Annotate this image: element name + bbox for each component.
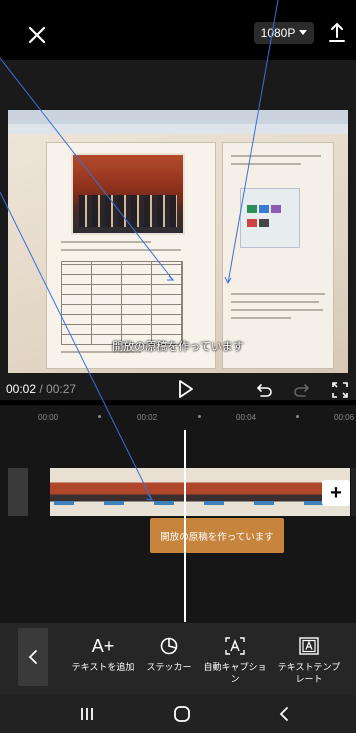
caret-down-icon	[299, 30, 308, 35]
playhead[interactable]	[184, 430, 186, 622]
close-icon	[28, 26, 46, 44]
redo-icon	[294, 384, 310, 397]
upload-icon	[329, 22, 345, 42]
ruler-dot	[296, 415, 299, 418]
home-icon	[174, 706, 190, 722]
clip-thumbnail	[100, 468, 151, 516]
total-time: / 00:27	[39, 382, 77, 396]
add-clip-button[interactable]: +	[322, 480, 350, 506]
play-icon	[179, 380, 193, 398]
tile	[259, 205, 269, 213]
ruler-tick-label: 00:00	[38, 413, 59, 422]
clip-thumbnail	[150, 468, 201, 516]
sticker-tool[interactable]: ステッカー	[136, 635, 202, 673]
thumb-detail	[204, 501, 224, 505]
ruler-tick-label: 00:06	[334, 413, 355, 422]
app-window-image	[240, 188, 300, 248]
text-template-icon	[276, 635, 342, 657]
recent-apps-icon	[81, 708, 93, 720]
document-line	[61, 249, 181, 251]
auto-caption-tool[interactable]: 自動キャプション	[202, 635, 268, 685]
document-line	[231, 301, 319, 303]
resolution-label: 1080P	[260, 26, 296, 40]
ruler-dot	[198, 415, 201, 418]
timecode: 00:02 / 00:27	[6, 382, 76, 396]
video-clip-track[interactable]	[50, 468, 356, 516]
caption-overlay-text[interactable]: 開放の原稿を作っています	[0, 338, 356, 354]
video-frame	[8, 110, 348, 373]
tile	[247, 219, 257, 227]
ruler-dot	[98, 415, 101, 418]
document-line	[231, 309, 323, 311]
auto-caption-icon	[202, 635, 268, 657]
ruler-tick-label: 00:02	[137, 413, 158, 422]
group-photo-image	[71, 153, 185, 235]
thumb-detail	[154, 501, 174, 505]
close-button[interactable]	[22, 20, 52, 50]
back-arrow-icon	[279, 707, 288, 721]
document-line	[231, 155, 321, 157]
document-toolbar-image	[8, 110, 348, 124]
home-button[interactable]	[172, 704, 192, 724]
document-table-image	[61, 261, 183, 345]
document-line	[231, 293, 325, 295]
previous-clip[interactable]	[8, 468, 28, 516]
recent-apps-button[interactable]	[78, 705, 96, 723]
clip-thumbnail	[50, 468, 101, 516]
thumb-detail	[254, 501, 274, 505]
resolution-dropdown[interactable]: 1080P	[254, 22, 314, 44]
add-text-tool[interactable]: A+ テキストを追加	[70, 635, 136, 673]
thumb-detail	[104, 501, 124, 505]
tool-label: 自動キャプション	[203, 662, 267, 684]
fullscreen-button[interactable]	[330, 380, 350, 400]
tile	[247, 205, 257, 213]
ruler-tick-label: 00:04	[236, 413, 257, 422]
text-clip[interactable]: 開放の原稿を作っています	[150, 518, 284, 553]
system-back-button[interactable]	[276, 705, 292, 723]
fullscreen-icon	[332, 382, 348, 398]
document-ribbon-image	[8, 124, 348, 134]
thumb-detail	[304, 501, 324, 505]
clip-thumbnail	[200, 468, 251, 516]
tile	[271, 205, 281, 213]
sticker-icon	[136, 635, 202, 657]
people-image	[79, 195, 177, 227]
document-line	[231, 163, 301, 165]
tile	[259, 219, 269, 227]
play-button[interactable]	[174, 378, 196, 400]
thumb-detail	[54, 501, 74, 505]
current-time: 00:02	[6, 382, 37, 396]
text-template-tool[interactable]: テキストテンプレート	[276, 635, 342, 685]
undo-icon	[256, 384, 272, 397]
document-page-image	[46, 142, 216, 369]
document-line	[231, 317, 291, 319]
clip-thumbnail	[250, 468, 301, 516]
export-button[interactable]	[324, 20, 350, 46]
tool-label: テキストを追加	[71, 662, 135, 672]
tool-label: テキストテンプレート	[277, 662, 341, 684]
back-button[interactable]	[18, 628, 48, 686]
system-nav-bar	[0, 695, 356, 733]
chevron-left-icon	[28, 650, 37, 664]
undo-button[interactable]	[255, 380, 275, 400]
side-panel-image	[222, 142, 334, 369]
add-text-icon: A+	[91, 635, 115, 656]
document-line	[61, 241, 151, 243]
tool-label: ステッカー	[146, 662, 192, 672]
redo-button[interactable]	[291, 380, 311, 400]
video-preview[interactable]: 開放の原稿を作っています	[0, 60, 356, 400]
